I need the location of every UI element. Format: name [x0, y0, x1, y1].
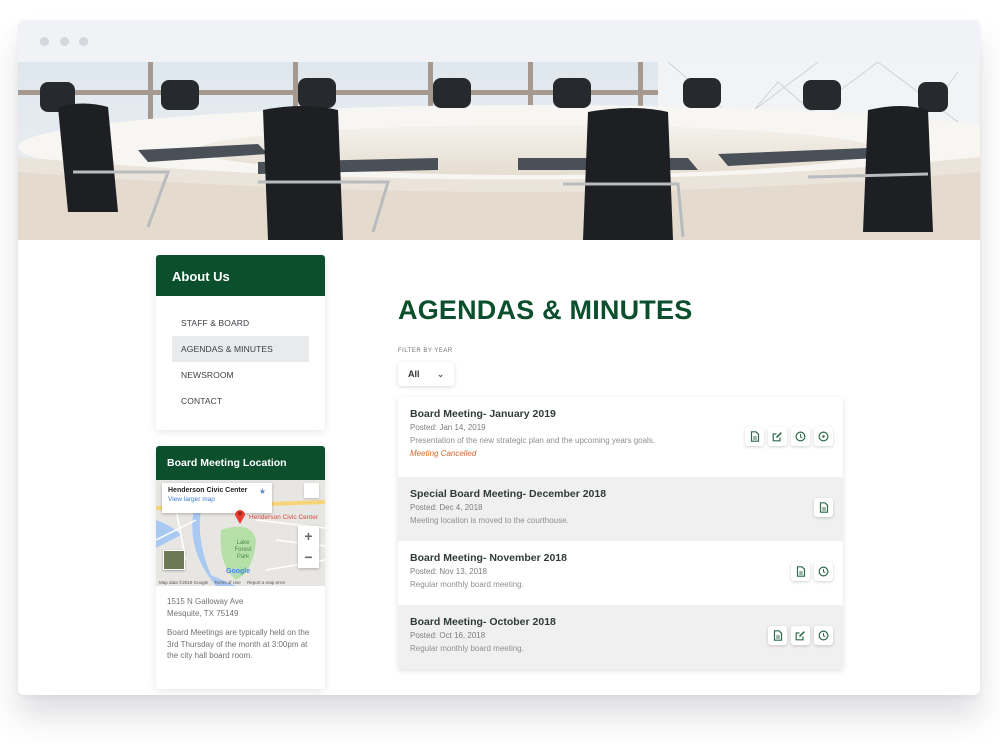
document-icon: [773, 630, 782, 641]
meeting-status: Meeting Cancelled: [410, 449, 477, 458]
report-error-link[interactable]: Report a map error: [247, 580, 285, 585]
video-button[interactable]: [814, 427, 833, 446]
map-park-label: Lake Forest Park: [234, 540, 252, 560]
meeting-row[interactable]: Board Meeting- January 2019 Posted: Jan …: [398, 397, 843, 477]
location-heading: Board Meeting Location: [156, 446, 325, 480]
meeting-schedule-note: Board Meetings are typically held on the…: [167, 628, 310, 660]
meeting-title[interactable]: Board Meeting- November 2018: [410, 552, 831, 564]
embedded-map[interactable]: Henderson Civic Center View larger map ★…: [156, 480, 325, 586]
schedule-button[interactable]: [814, 562, 833, 581]
schedule-button[interactable]: [791, 427, 810, 446]
meeting-actions: [745, 427, 833, 446]
clock-icon: [818, 630, 829, 641]
map-pin-label: Henderson Civic Center: [249, 514, 319, 521]
clock-icon: [818, 566, 829, 577]
agenda-button[interactable]: [814, 498, 833, 517]
meeting-row[interactable]: Board Meeting- November 2018 Posted: Nov…: [398, 541, 843, 605]
meeting-description: Regular monthly board meeting.: [410, 644, 524, 653]
meeting-description: Regular monthly board meeting.: [410, 580, 524, 589]
zoom-in-button[interactable]: +: [298, 526, 319, 547]
agenda-button[interactable]: [768, 626, 787, 645]
address: 1515 N Galloway Ave Mesquite, TX 75149: [167, 596, 314, 619]
meetings-list: Board Meeting- January 2019 Posted: Jan …: [398, 397, 843, 669]
meeting-description: Meeting location is moved to the courtho…: [410, 516, 569, 525]
location-details: 1515 N Galloway Ave Mesquite, TX 75149 B…: [156, 586, 325, 662]
minutes-button[interactable]: [791, 626, 810, 645]
schedule-button[interactable]: [814, 626, 833, 645]
meeting-title[interactable]: Board Meeting- January 2019: [410, 408, 831, 420]
address-line-1: 1515 N Galloway Ave: [167, 597, 244, 606]
window-close-dot[interactable]: [40, 37, 49, 46]
window-minimize-dot[interactable]: [60, 37, 69, 46]
meeting-row[interactable]: Board Meeting- October 2018 Posted: Oct …: [398, 605, 843, 669]
google-logo: Google: [226, 568, 251, 575]
minutes-button[interactable]: [768, 427, 787, 446]
nav-item-newsroom[interactable]: NEWSROOM: [172, 362, 309, 388]
zoom-out-button[interactable]: −: [298, 547, 319, 568]
conference-room-illustration: [18, 62, 980, 240]
about-us-heading: About Us: [156, 255, 325, 296]
star-icon[interactable]: ★: [259, 487, 266, 496]
map-pin-icon[interactable]: [234, 508, 246, 524]
clock-icon: [795, 431, 806, 442]
play-icon: [818, 431, 829, 442]
document-icon: [750, 431, 759, 442]
year-filter-select[interactable]: All ⌄: [398, 362, 454, 386]
terms-link[interactable]: Terms of Use: [214, 580, 241, 585]
map-place-name: Henderson Civic Center: [168, 487, 248, 494]
map-attribution: Map data ©2019 Google Terms of Use Repor…: [159, 580, 290, 585]
browser-window: About Us STAFF & BOARD AGENDAS & MINUTES…: [18, 20, 980, 695]
page-title: AGENDAS & MINUTES: [398, 295, 693, 325]
satellite-toggle[interactable]: [163, 550, 185, 570]
document-icon: [796, 566, 805, 577]
agenda-button[interactable]: [791, 562, 810, 581]
fullscreen-button[interactable]: [304, 483, 319, 498]
filter-label: FILTER BY YEAR: [398, 348, 453, 354]
address-line-2: Mesquite, TX 75149: [167, 608, 239, 618]
meeting-actions: [791, 562, 833, 581]
about-nav: STAFF & BOARD AGENDAS & MINUTES NEWSROOM…: [156, 296, 325, 414]
title-bar: [18, 20, 980, 62]
agenda-button[interactable]: [745, 427, 764, 446]
nav-item-staff-board[interactable]: STAFF & BOARD: [172, 310, 309, 336]
view-larger-map-link[interactable]: View larger map: [168, 496, 266, 503]
hero-image: [18, 62, 980, 240]
nav-item-contact[interactable]: CONTACT: [172, 388, 309, 414]
year-filter-value: All: [408, 369, 420, 379]
window-maximize-dot[interactable]: [79, 37, 88, 46]
meeting-location-card: Board Meeting Location Henderson Civic C…: [156, 446, 325, 689]
chevron-down-icon: ⌄: [437, 369, 444, 379]
map-info-popup: Henderson Civic Center View larger map ★: [162, 483, 272, 513]
edit-icon: [795, 631, 805, 641]
document-icon: [819, 502, 828, 513]
meeting-actions: [814, 498, 833, 517]
meeting-actions: [768, 626, 833, 645]
meeting-title[interactable]: Special Board Meeting- December 2018: [410, 488, 831, 500]
meeting-posted-date: Posted: Dec 4, 2018: [410, 503, 483, 512]
edit-icon: [772, 432, 782, 442]
about-us-card: About Us STAFF & BOARD AGENDAS & MINUTES…: [156, 255, 325, 430]
nav-item-agendas-minutes[interactable]: AGENDAS & MINUTES: [172, 336, 309, 362]
map-zoom-control: + −: [298, 526, 319, 568]
meeting-posted-date: Posted: Nov 13, 2018: [410, 567, 487, 576]
meeting-row[interactable]: Special Board Meeting- December 2018 Pos…: [398, 477, 843, 541]
map-data-text: Map data ©2019 Google: [159, 580, 209, 585]
